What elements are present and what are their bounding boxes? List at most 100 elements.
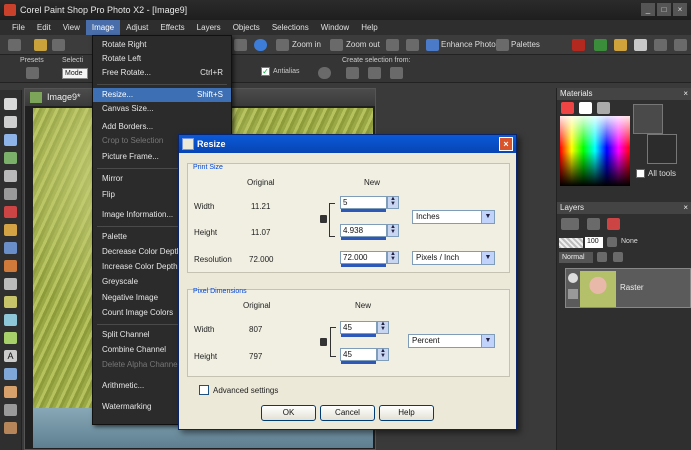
more-icon[interactable] [674, 39, 687, 51]
menu-adjust[interactable]: Adjust [120, 20, 154, 35]
close-icon[interactable]: × [673, 3, 687, 16]
swatch-tab-icon[interactable] [579, 102, 592, 114]
menu-help[interactable]: Help [355, 20, 383, 35]
print-aspect-lock-icon[interactable] [320, 215, 327, 223]
mode-select[interactable]: Mode [62, 68, 88, 79]
text-tool-icon[interactable]: A [4, 350, 17, 362]
view-options-icon[interactable] [406, 39, 419, 51]
straighten-tool-icon[interactable] [4, 188, 17, 200]
eraser-icon[interactable] [4, 314, 17, 326]
screen-icon[interactable] [386, 39, 399, 51]
cancel-button[interactable]: Cancel [320, 405, 375, 421]
menu-file[interactable]: File [6, 20, 31, 35]
pixel-units-select[interactable]: Percent ▼ [408, 334, 495, 348]
minimize-icon[interactable]: _ [641, 3, 655, 16]
preset-shape-icon[interactable] [4, 368, 17, 380]
info-icon[interactable] [254, 39, 267, 51]
print-height-spinner[interactable]: ▲ ▼ [387, 224, 399, 237]
menu-layers[interactable]: Layers [191, 20, 227, 35]
red-eye-icon[interactable] [572, 39, 585, 51]
pen-tool-icon[interactable] [4, 386, 17, 398]
resize-dialog-titlebar[interactable]: Resize × [179, 135, 516, 153]
clone-tool-icon[interactable] [4, 242, 17, 254]
all-tools-checkbox[interactable] [636, 169, 645, 178]
resolution-units-select[interactable]: Pixels / Inch ▼ [412, 251, 495, 265]
blend-mode-select[interactable]: Normal [559, 252, 593, 263]
palettes-icon[interactable] [496, 39, 509, 51]
fill-tool-icon[interactable] [4, 332, 17, 344]
pixel-width-spinner[interactable]: ▲ ▼ [377, 321, 389, 334]
presets-icon[interactable] [26, 67, 39, 79]
ok-button[interactable]: OK [261, 405, 316, 421]
enhance-photo-icon[interactable] [426, 39, 439, 51]
crop-icon[interactable] [634, 39, 647, 51]
selection-mode-icon[interactable] [318, 67, 331, 79]
print-width-input[interactable]: 5 [340, 196, 387, 212]
rainbow-tab-icon[interactable] [561, 102, 574, 114]
layer-mask-icon[interactable] [587, 218, 600, 230]
lock-transparency-icon[interactable] [607, 237, 617, 247]
enhance-photo-dropdown[interactable]: Enhance Photo [441, 40, 496, 49]
selection-from-icon-2[interactable] [368, 67, 381, 79]
pan-tool-icon[interactable] [4, 98, 17, 110]
pixel-aspect-lock-icon[interactable] [320, 338, 327, 346]
warp-brush-icon[interactable] [4, 404, 17, 416]
menu-effects[interactable]: Effects [154, 20, 190, 35]
browse-icon[interactable] [52, 39, 65, 51]
clone-icon[interactable] [594, 39, 607, 51]
resolution-input[interactable]: 72.000 [340, 251, 387, 267]
zoom-in-icon[interactable] [276, 39, 289, 51]
pixel-height-input[interactable]: 45 [340, 348, 377, 364]
menu-selections[interactable]: Selections [266, 20, 315, 35]
makeover-icon[interactable] [614, 39, 627, 51]
resolution-spinner[interactable]: ▲ ▼ [387, 251, 399, 264]
visibility-eye-icon[interactable] [568, 273, 578, 283]
background-color-swatch[interactable] [647, 134, 677, 164]
menu-image[interactable]: Image [85, 20, 121, 35]
opacity-value[interactable]: 100 [585, 237, 603, 248]
scratch-remover-icon[interactable] [4, 260, 17, 272]
menu-item-free-rotate[interactable]: Free Rotate... Ctrl+R [93, 66, 231, 80]
zoom-out-icon[interactable] [330, 39, 343, 51]
crop-tool-icon[interactable] [4, 170, 17, 182]
foreground-color-swatch[interactable] [633, 104, 663, 134]
red-eye-tool-icon[interactable] [4, 206, 17, 218]
menu-objects[interactable]: Objects [227, 20, 266, 35]
zoom-out-label[interactable]: Zoom out [346, 40, 380, 49]
open-folder-icon[interactable] [34, 39, 47, 51]
menu-item-rotate-right[interactable]: Rotate Right [93, 38, 231, 52]
dropper-tool-icon[interactable] [4, 152, 17, 164]
layer-style-icon[interactable] [597, 252, 607, 262]
new-file-icon[interactable] [8, 39, 21, 51]
maximize-icon[interactable]: □ [657, 3, 671, 16]
layers-close-icon[interactable]: × [683, 202, 688, 214]
picture-tube-icon[interactable] [4, 422, 17, 434]
makeover-tool-icon[interactable] [4, 224, 17, 236]
menu-item-canvas-size[interactable]: Canvas Size... [93, 102, 231, 116]
opacity-slider[interactable] [559, 238, 583, 248]
print-width-spinner[interactable]: ▲ ▼ [387, 196, 399, 209]
materials-close-icon[interactable]: × [683, 88, 688, 100]
straighten-icon[interactable] [654, 39, 667, 51]
menu-edit[interactable]: Edit [31, 20, 57, 35]
layer-row-raster[interactable]: Raster [565, 268, 691, 308]
menu-item-rotate-left[interactable]: Rotate Left [93, 52, 231, 66]
layer-link-icon[interactable] [568, 289, 578, 299]
pixel-width-input[interactable]: 45 [340, 321, 377, 337]
palettes-dropdown[interactable]: Palettes [511, 40, 540, 49]
selection-tool-icon[interactable] [4, 134, 17, 146]
dialog-close-icon[interactable]: × [499, 137, 513, 151]
tool-icon[interactable] [234, 39, 247, 51]
zoom-in-label[interactable]: Zoom in [292, 40, 321, 49]
menu-view[interactable]: View [57, 20, 86, 35]
help-button[interactable]: Help [379, 405, 434, 421]
delete-layer-icon[interactable] [607, 218, 620, 230]
pick-tool-icon[interactable] [4, 116, 17, 128]
menu-item-add-borders[interactable]: Add Borders... [93, 120, 231, 134]
layer-lock-icon[interactable] [613, 252, 623, 262]
menu-item-resize[interactable]: Resize... Shift+S [93, 88, 231, 102]
pixel-height-spinner[interactable]: ▲ ▼ [377, 348, 389, 361]
pattern-tab-icon[interactable] [597, 102, 610, 114]
print-height-input[interactable]: 4.938 [340, 224, 387, 240]
new-layer-icon[interactable] [561, 218, 579, 230]
